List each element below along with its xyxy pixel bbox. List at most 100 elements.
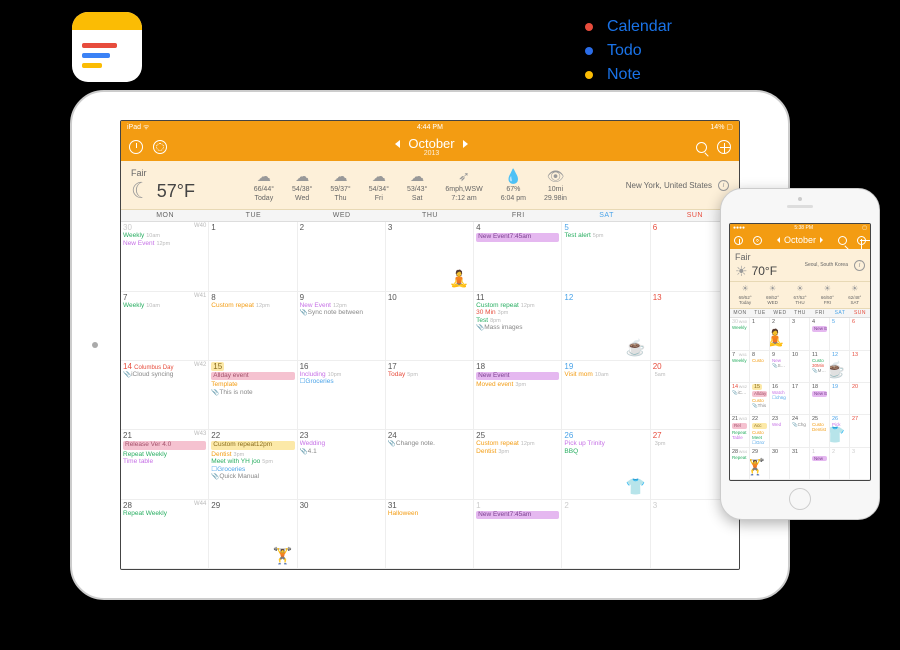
calendar-day[interactable]: 3 (850, 448, 870, 479)
event-item[interactable]: Repeat Weekly (123, 510, 206, 517)
calendar-day[interactable]: 11Custom repeat12pm30 Min3pmTest8pm📎Mass… (474, 292, 562, 360)
event-item[interactable]: ☐Grcr (752, 440, 767, 445)
event-item[interactable]: 📎This is note (211, 389, 294, 396)
event-item[interactable]: Wedding (300, 440, 383, 447)
add-icon[interactable] (717, 140, 731, 154)
event-item[interactable]: 📎iCloud syncing (123, 371, 206, 378)
event-item[interactable]: 📎Quick Manual (211, 473, 294, 480)
calendar-grid[interactable]: 30W40Weekly10amNew Event12pm123🧘4New Eve… (121, 222, 739, 569)
calendar-day[interactable]: 3 (790, 318, 810, 349)
event-item[interactable]: Visit mom10am (564, 371, 647, 378)
event-bar[interactable]: Rel (732, 423, 747, 429)
calendar-day[interactable]: 3🧘 (386, 222, 474, 290)
month-nav[interactable]: October 2013 (395, 137, 468, 157)
event-item[interactable]: Pick up Trinity (564, 440, 647, 447)
event-bar[interactable]: New Event (812, 326, 827, 332)
event-item[interactable]: 📎Mass (812, 368, 827, 373)
calendar-day[interactable]: 16Including10pm☐Groceries (298, 361, 386, 429)
calendar-day[interactable]: 1 (209, 222, 297, 290)
calendar-day[interactable]: 18New EventMoved event3pm (474, 361, 562, 429)
add-icon[interactable] (857, 236, 866, 245)
calendar-day[interactable]: 30W40Weekly10amNew Event12pm (121, 222, 209, 290)
chevron-right-icon[interactable] (463, 140, 468, 148)
calendar-day[interactable]: 5 (830, 318, 850, 349)
event-bar[interactable]: New Event (812, 391, 827, 397)
calendar-day[interactable]: 1New (810, 448, 830, 479)
event-bar[interactable]: Allday event (211, 372, 294, 380)
event-item[interactable]: 📎Sync (772, 363, 787, 368)
calendar-day[interactable]: 4New Event (810, 318, 830, 349)
calendar-day[interactable]: 2 (298, 222, 386, 290)
event-item[interactable]: Weekly10am (123, 302, 206, 309)
info-icon[interactable]: i (854, 260, 865, 271)
calendar-day[interactable]: 23Wedding📎4.1 (298, 430, 386, 498)
event-item[interactable]: 📎This (752, 403, 767, 408)
calendar-day[interactable]: 26Pick up TrinityBBQ👕 (562, 430, 650, 498)
calendar-day[interactable]: 15AlldayCusto📎This (750, 383, 770, 414)
calendar-day[interactable]: 12☕ (830, 351, 850, 382)
event-bar[interactable]: Acc (752, 423, 767, 429)
calendar-day[interactable]: 15Allday eventTemplate📎This is note (209, 361, 297, 429)
calendar-day[interactable]: 25Custom repeat12pmDentist3pm (474, 430, 562, 498)
event-item[interactable]: 📎4.1 (300, 448, 383, 455)
event-item[interactable]: 📎Mass images (476, 324, 559, 331)
calendar-day[interactable]: 17 (790, 383, 810, 414)
calendar-day[interactable]: 9New📎Sync (770, 351, 790, 382)
calendar-day[interactable]: 14W42📎iCloud (730, 383, 750, 414)
calendar-day[interactable]: 13 (850, 351, 870, 382)
clock-icon[interactable] (129, 140, 143, 154)
event-item[interactable]: Weekly10am (123, 232, 206, 239)
event-item[interactable]: Repeat Weekly (123, 451, 206, 458)
calendar-day[interactable]: 30W40Weekly (730, 318, 750, 349)
event-bar[interactable]: New Event (476, 372, 559, 380)
event-item[interactable]: Template (211, 381, 294, 388)
event-item[interactable]: Table (732, 435, 747, 440)
calendar-day[interactable]: 31Halloween (386, 500, 474, 568)
event-item[interactable]: Meet with YH joo5pm (211, 458, 294, 465)
calendar-day[interactable]: 28W44Repeat (730, 448, 750, 479)
chevron-left-icon[interactable] (777, 237, 780, 243)
calendar-day[interactable]: 19 (830, 383, 850, 414)
event-item[interactable]: Moved event3pm (476, 381, 559, 388)
event-item[interactable]: New Event12pm (123, 240, 206, 247)
calendar-day[interactable]: 10 (386, 292, 474, 360)
event-item[interactable]: Custom repeat12pm (476, 302, 559, 309)
calendar-day[interactable]: 30 (298, 500, 386, 568)
calendar-day[interactable]: 14 Columbus DayW42📎iCloud syncing (121, 361, 209, 429)
calendar-day[interactable]: 31 (790, 448, 810, 479)
event-bar[interactable]: Custom repeat12pm (211, 441, 294, 449)
clock-icon[interactable] (734, 236, 743, 245)
settings-icon[interactable] (753, 236, 762, 245)
calendar-day[interactable]: 2🧘 (770, 318, 790, 349)
calendar-day[interactable]: 22Custom repeat12pmDentist3pmMeet with Y… (209, 430, 297, 498)
event-item[interactable]: Wed (772, 422, 787, 427)
event-bar[interactable]: New Event7:45am (476, 511, 559, 519)
calendar-day[interactable]: 24📎Change note. (386, 430, 474, 498)
event-item[interactable]: Custom repeat12pm (211, 302, 294, 309)
calendar-day[interactable]: 1 (750, 318, 770, 349)
calendar-day[interactable]: 19Visit mom10am (562, 361, 650, 429)
event-item[interactable]: Custo (752, 358, 767, 363)
info-icon[interactable]: i (718, 180, 729, 191)
chevron-left-icon[interactable] (395, 140, 400, 148)
iphone-home-button[interactable] (789, 488, 811, 510)
event-item[interactable]: 📎Change note. (388, 440, 471, 447)
event-item[interactable]: Custom repeat12pm (476, 440, 559, 447)
calendar-day[interactable]: 11Custo30Min📎Mass (810, 351, 830, 382)
event-item[interactable]: Repeat (732, 455, 747, 460)
event-bar[interactable]: New Event7:45am (476, 233, 559, 241)
calendar-day[interactable]: 12☕ (562, 292, 650, 360)
event-bar[interactable]: Allday (752, 391, 767, 397)
calendar-day[interactable]: 21W43RelRepeatTable (730, 415, 750, 446)
event-item[interactable]: ☐Groceries (211, 466, 294, 473)
calendar-day[interactable]: 20 (850, 383, 870, 414)
calendar-day[interactable]: 29🏋 (209, 500, 297, 568)
calendar-day[interactable]: 27 (850, 415, 870, 446)
event-item[interactable]: Dentist (812, 427, 827, 432)
event-item[interactable]: 📎Chg (792, 422, 807, 427)
event-item[interactable]: 📎Sync note between (300, 309, 383, 316)
event-item[interactable]: Including10pm (300, 371, 383, 378)
calendar-day[interactable]: 26Pick👕 (830, 415, 850, 446)
event-item[interactable]: Halloween (388, 510, 471, 517)
event-item[interactable]: 📎iCloud (732, 390, 747, 395)
